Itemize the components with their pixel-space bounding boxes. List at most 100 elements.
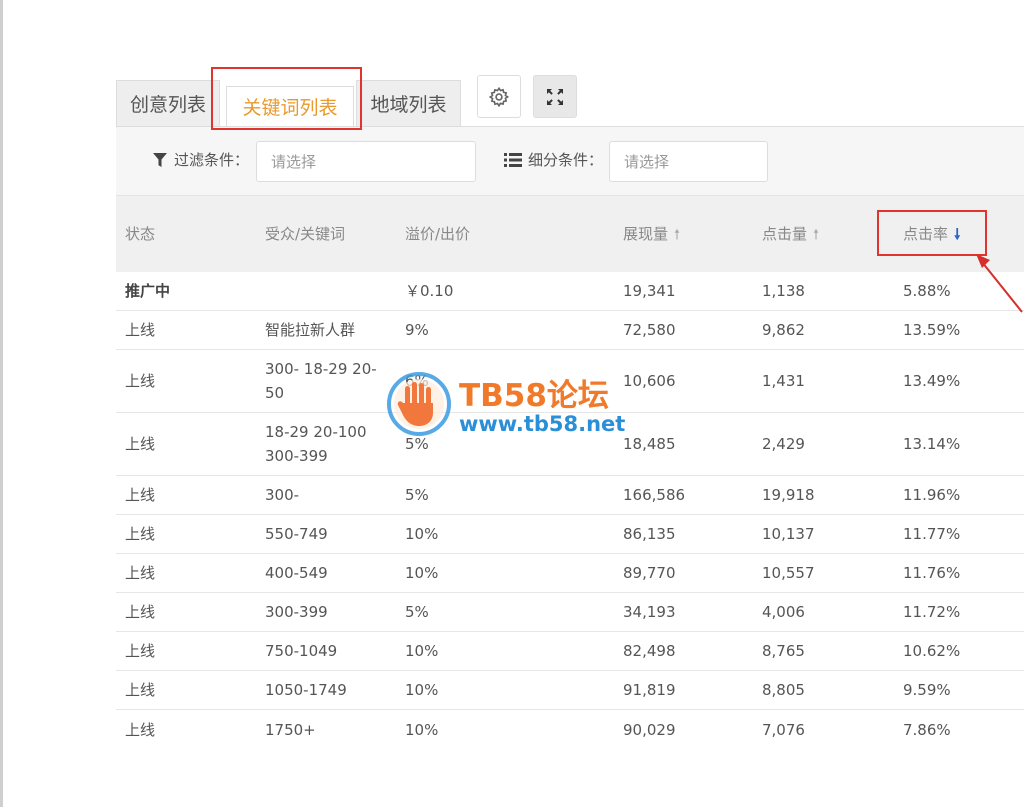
funnel-icon (153, 152, 167, 167)
cell-bid: 10% (405, 681, 439, 699)
sort-up-arrow-icon: 🠕 (674, 227, 681, 243)
table-row[interactable]: 推广中 ￥0.10 19,341 1,138 5.88% (116, 272, 1024, 311)
keyword-table-body: 推广中 ￥0.10 19,341 1,138 5.88% 上线 智能拉新人群 9… (116, 272, 1024, 749)
cell-ctr: 13.49% (903, 372, 961, 390)
table-header: 状态 受众/关键词 溢价/出价 展现量 🠕 点击量 🠕 点击率 🠗 (116, 196, 1024, 272)
cell-bid: 10% (405, 642, 439, 660)
cell-status: 上线 (125, 525, 156, 543)
cell-audience: 1050-1749 (265, 681, 347, 699)
cell-clicks: 4,006 (762, 603, 805, 621)
cell-clicks: 1,138 (762, 282, 805, 300)
filter-label-text: 过滤条件： (174, 151, 250, 169)
cell-audience: 300- 18-29 20-50 (265, 360, 377, 402)
list-icon (504, 152, 522, 167)
sort-up-arrow-icon: 🠕 (813, 227, 820, 243)
cell-audience (265, 272, 389, 310)
cell-clicks: 10,137 (762, 525, 815, 543)
cell-status: 上线 (125, 681, 156, 699)
cell-clicks: 10,557 (762, 564, 815, 582)
cell-ctr: 13.59% (903, 321, 961, 339)
cell-bid: 5% (405, 603, 429, 621)
cell-bid: 10% (405, 564, 439, 582)
clicks-header-label: 点击量 (762, 225, 808, 243)
cell-audience: 550-749 (265, 525, 328, 543)
cell-clicks: 9,862 (762, 321, 805, 339)
page-left-border (0, 0, 3, 807)
tab-region-list[interactable]: 地域列表 (356, 80, 461, 126)
cell-audience: 300- (265, 486, 300, 504)
cell-ctr: 10.62% (903, 642, 961, 660)
cell-impressions: 10,606 (623, 372, 676, 390)
cell-bid: 9% (405, 321, 429, 339)
cell-ctr: 5.88% (903, 282, 951, 300)
tab-creative-list[interactable]: 创意列表 (116, 80, 220, 126)
table-row[interactable]: 上线 550-749 10% 86,135 10,137 11.77% (116, 515, 1024, 554)
cell-clicks: 8,805 (762, 681, 805, 699)
cell-status: 上线 (125, 321, 156, 339)
cell-audience: 18-29 20-100 300-399 (265, 423, 367, 465)
cell-bid: ￥0.10 (405, 282, 454, 300)
cell-status: 上线 (125, 564, 156, 582)
cell-clicks: 8,765 (762, 642, 805, 660)
table-row[interactable]: 上线 1050-1749 10% 91,819 8,805 9.59% (116, 671, 1024, 710)
cell-bid: 5% (405, 435, 429, 453)
cell-bid: 10% (405, 720, 439, 739)
filter-condition-label: 过滤条件： (152, 149, 249, 170)
cell-ctr: 11.76% (903, 564, 961, 582)
sort-down-arrow-icon: 🠗 (954, 225, 961, 243)
fullscreen-button[interactable] (533, 75, 577, 118)
cell-status: 推广中 (125, 282, 171, 300)
tab-keyword-list[interactable]: 关键词列表 (226, 86, 354, 126)
column-header-bid: 溢价/出价 (405, 225, 471, 243)
filter-bar: 过滤条件： 细分条件： (116, 126, 1024, 196)
cell-impressions: 90,029 (623, 720, 676, 739)
cell-clicks: 2,429 (762, 435, 805, 453)
cell-impressions: 34,193 (623, 603, 676, 621)
column-header-status: 状态 (125, 225, 156, 243)
cell-ctr: 13.14% (903, 435, 961, 453)
settings-button[interactable] (477, 75, 521, 118)
table-row[interactable]: 上线 750-1049 10% 82,498 8,765 10.62% (116, 632, 1024, 671)
cell-impressions: 18,485 (623, 435, 676, 453)
filter-condition-select[interactable] (256, 141, 476, 182)
cell-status: 上线 (125, 435, 156, 453)
cell-status: 上线 (125, 486, 156, 504)
cell-status: 上线 (125, 642, 156, 660)
table-row[interactable]: 上线 1750+ 10% 90,029 7,076 7.86% (116, 710, 1024, 749)
table-row[interactable]: 上线 300- 18-29 20-50 6% 10,606 1,431 13.4… (116, 350, 1024, 413)
tab-bar: 创意列表 关键词列表 地域列表 (116, 80, 461, 126)
expand-icon (547, 88, 563, 105)
ctr-header-label: 点击率 (903, 225, 949, 243)
table-row[interactable]: 上线 300-399 5% 34,193 4,006 11.72% (116, 593, 1024, 632)
table-row[interactable]: 上线 18-29 20-100 300-399 5% 18,485 2,429 … (116, 413, 1024, 476)
cell-audience: 400-549 (265, 564, 328, 582)
cell-status: 上线 (125, 603, 156, 621)
cell-ctr: 11.96% (903, 486, 961, 504)
cell-audience: 750-1049 (265, 642, 338, 660)
cell-impressions: 166,586 (623, 486, 686, 504)
cell-clicks: 1,431 (762, 372, 805, 390)
segment-condition-select[interactable] (609, 141, 768, 182)
cell-ctr: 9.59% (903, 681, 951, 699)
table-row[interactable]: 上线 400-549 10% 89,770 10,557 11.76% (116, 554, 1024, 593)
cell-impressions: 91,819 (623, 681, 676, 699)
cell-clicks: 19,918 (762, 486, 815, 504)
cell-impressions: 82,498 (623, 642, 676, 660)
cell-clicks: 7,076 (762, 720, 805, 739)
cell-impressions: 89,770 (623, 564, 676, 582)
impressions-header-label: 展现量 (623, 225, 669, 243)
column-header-audience: 受众/关键词 (265, 225, 346, 243)
column-header-clicks[interactable]: 点击量 🠕 (762, 196, 819, 272)
column-header-ctr[interactable]: 点击率 🠗 (903, 196, 960, 272)
cell-impressions: 19,341 (623, 282, 676, 300)
cell-ctr: 11.72% (903, 603, 961, 621)
cell-ctr: 11.77% (903, 525, 961, 543)
segment-condition-label: 细分条件： (504, 149, 603, 170)
cell-audience: 智能拉新人群 (265, 321, 356, 339)
cell-bid: 5% (405, 486, 429, 504)
table-row[interactable]: 上线 智能拉新人群 9% 72,580 9,862 13.59% (116, 311, 1024, 350)
column-header-impressions[interactable]: 展现量 🠕 (623, 196, 680, 272)
table-row[interactable]: 上线 300- 5% 166,586 19,918 11.96% (116, 476, 1024, 515)
segment-label-text: 细分条件： (528, 151, 604, 169)
cell-bid: 10% (405, 525, 439, 543)
